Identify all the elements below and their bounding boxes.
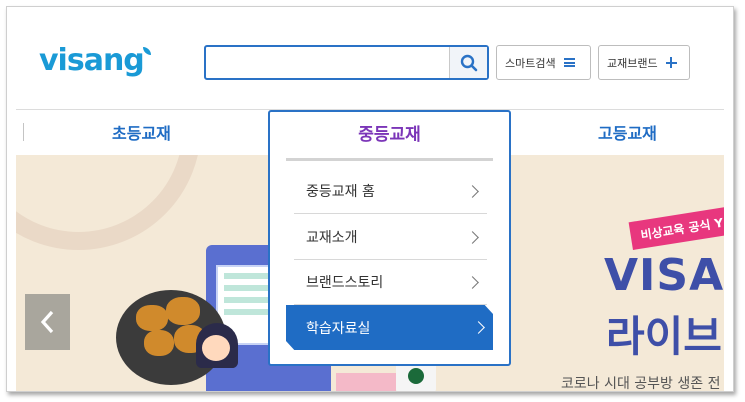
dropdown-item-brand-story[interactable]: 브랜드스토리 (294, 260, 487, 305)
nav-item-high-school[interactable]: 고등교재 (598, 119, 657, 149)
dropdown-item-label: 브랜드스토리 (306, 275, 384, 291)
visang-logo[interactable]: visang (39, 43, 151, 78)
person-face (202, 335, 230, 361)
banner-headline-2: 라이브 (606, 312, 722, 361)
banner-headline-1: VISAI (604, 250, 724, 301)
chevron-right-icon (466, 230, 479, 244)
menu-icon (563, 58, 575, 67)
banner-tag: 비상교육 공식 Y (628, 202, 724, 250)
smart-search-button[interactable]: 스마트검색 (496, 45, 591, 80)
chevron-right-icon (472, 321, 485, 334)
dropdown-item-label: 학습자료실 (306, 320, 371, 337)
browser-frame: visang 스마트검색 교재브랜드 초등교재 고등교재 비상교육 공식 Y V… (6, 6, 734, 392)
chevron-left-icon (40, 310, 53, 334)
search-icon (460, 54, 477, 71)
decorative-arc (16, 155, 201, 250)
search-input[interactable] (206, 47, 446, 78)
chevron-right-icon (466, 275, 479, 289)
middle-school-dropdown: 중등교재 중등교재 홈 교재소개 브랜드스토리 학습자료실 (268, 110, 511, 366)
banner-prev-button[interactable] (25, 294, 70, 350)
brand-label: 교재브랜드 (607, 56, 658, 70)
nav-item-middle-school[interactable]: 중등교재 (270, 120, 509, 145)
decorative-box (336, 373, 396, 391)
chevron-right-icon (466, 184, 479, 198)
chicken-piece (166, 297, 200, 325)
nav-item-elementary[interactable]: 초등교재 (112, 119, 171, 149)
chicken-piece (136, 305, 168, 331)
dropdown-divider (286, 158, 493, 161)
dropdown-item-label: 중등교재 홈 (306, 184, 375, 200)
search-box (204, 45, 489, 80)
dropdown-item-introduction[interactable]: 교재소개 (294, 215, 487, 260)
search-button[interactable] (449, 47, 487, 78)
banner-subtext: 코로나 시대 공부방 생존 전 (561, 376, 721, 392)
brand-button[interactable]: 교재브랜드 (598, 45, 690, 80)
nav-divider (23, 123, 24, 141)
dropdown-item-home[interactable]: 중등교재 홈 (294, 169, 487, 214)
logo-leaf-icon (142, 47, 151, 55)
smart-search-label: 스마트검색 (505, 56, 556, 70)
logo-text: visang (39, 43, 145, 78)
chicken-piece (144, 330, 174, 356)
dropdown-item-resources[interactable]: 학습자료실 (286, 305, 493, 350)
plus-icon (665, 57, 677, 68)
dropdown-item-label: 교재소개 (306, 230, 358, 246)
